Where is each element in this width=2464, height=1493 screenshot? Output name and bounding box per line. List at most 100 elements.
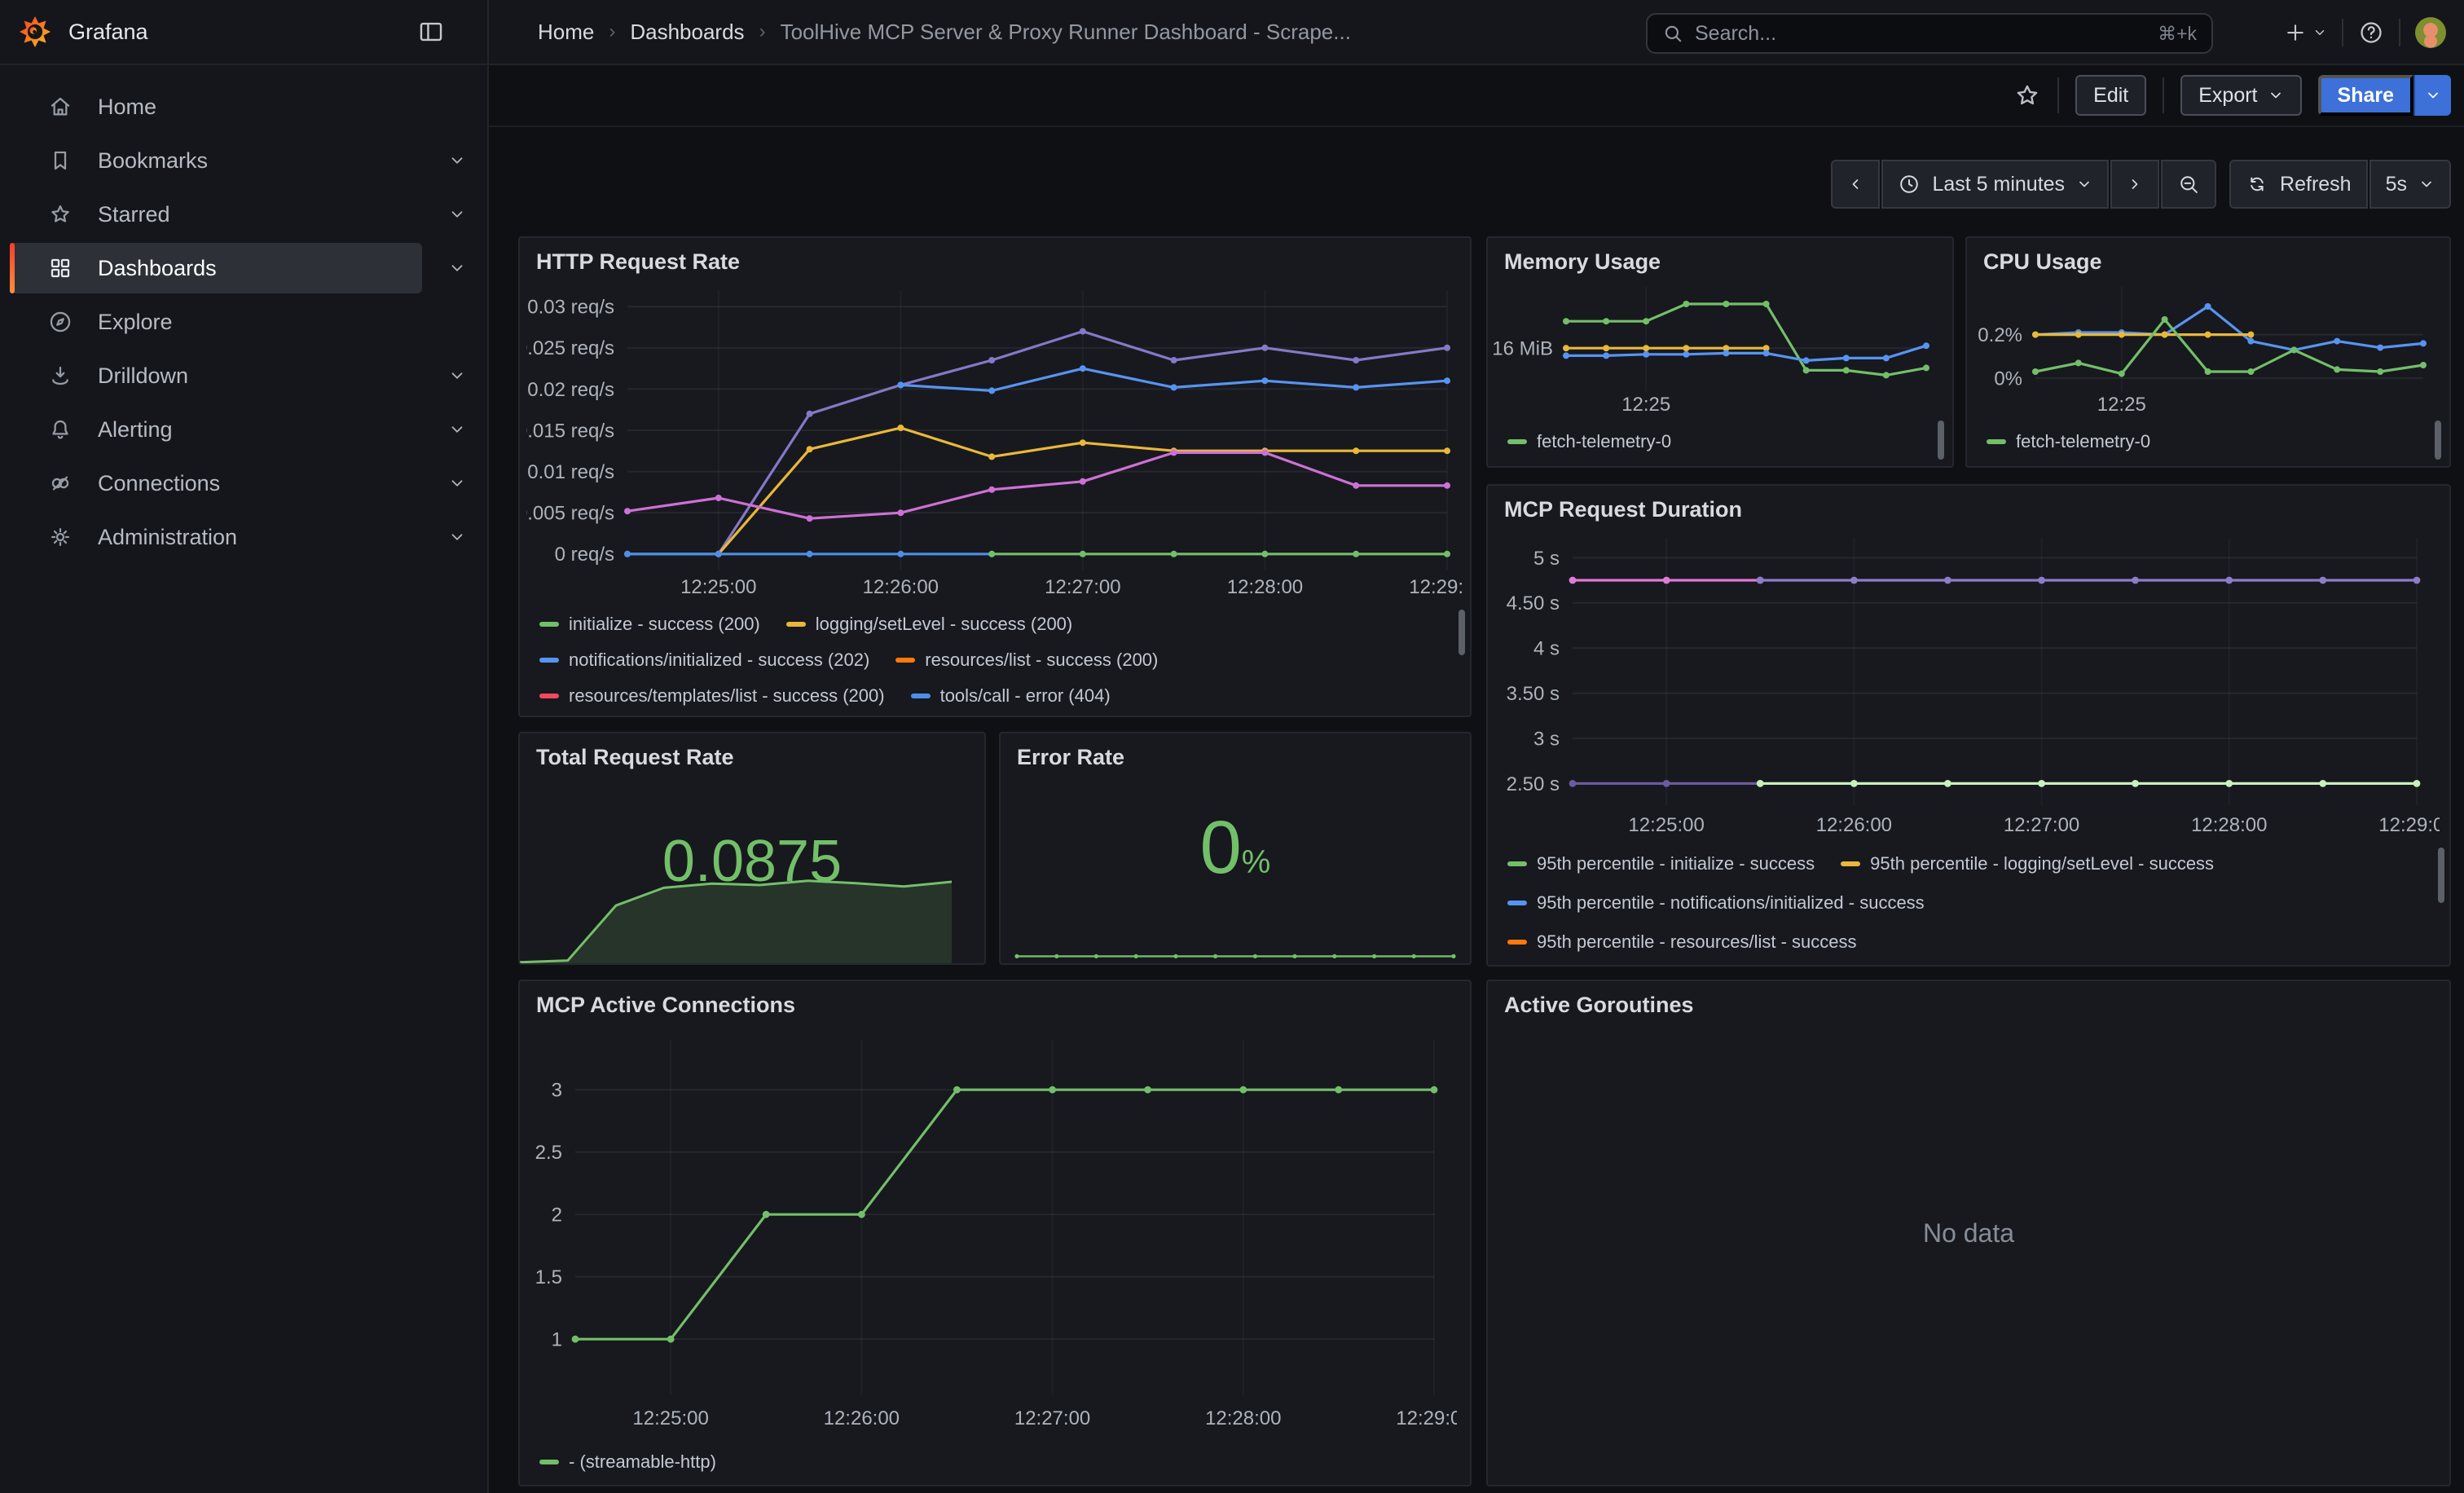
legend-scrollbar[interactable] (2438, 848, 2444, 903)
export-button[interactable]: Export (2180, 75, 2301, 116)
refresh-interval-picker[interactable]: 5s (2369, 160, 2451, 209)
y-tick-label: 0.015 req/s (526, 420, 614, 442)
sidebar-item-bookmarks[interactable]: Bookmarks (0, 134, 487, 187)
sidebar-item-connections[interactable]: Connections (0, 456, 487, 510)
legend-item[interactable]: - (streamable-http) (539, 1451, 716, 1473)
legend-scrollbar[interactable] (1459, 610, 1465, 655)
panel-title[interactable]: Error Rate (1017, 745, 1124, 770)
error-rate-sparkline[interactable] (1010, 940, 1460, 960)
error-rate-value-wrap: 0% (1001, 805, 1470, 891)
chevron-down-icon (2418, 176, 2435, 192)
help-button[interactable] (2358, 20, 2384, 46)
plus-icon (2283, 20, 2308, 45)
http-legend: initialize - success (200) logging/setLev… (539, 606, 1450, 716)
legend-series-label: fetch-telemetry-0 (2016, 431, 2150, 452)
legend-item[interactable]: 95th percentile - notifications/initiali… (1507, 892, 1925, 914)
legend-item[interactable]: logging/setLevel - success (200) (786, 614, 1073, 635)
duration-legend: 95th percentile - initialize - success 95… (1507, 844, 2430, 965)
panel-http-request-rate: HTTP Request Rate 0 req/s0.005 req/s0.01… (518, 236, 1472, 717)
legend-item[interactable]: fetch-telemetry-0 (1987, 431, 2150, 452)
legend-scrollbar[interactable] (2435, 421, 2441, 460)
legend-item[interactable]: tools/call - error (404) (911, 685, 1111, 707)
time-shift-forward-button[interactable] (2110, 160, 2159, 209)
panel-title[interactable]: Memory Usage (1504, 249, 1661, 275)
chevron-down-icon[interactable] (448, 205, 466, 223)
share-options-caret[interactable] (2413, 75, 2451, 116)
y-tick-label: 3 (552, 1080, 562, 1102)
http-request-rate-chart[interactable]: 0 req/s0.005 req/s0.01 req/s0.015 req/s0… (526, 280, 1463, 600)
sidebar-item-starred[interactable]: Starred (0, 187, 487, 241)
y-tick-label: 1 (552, 1329, 562, 1351)
panel-title[interactable]: MCP Request Duration (1504, 497, 1742, 522)
breadcrumb-current-page: ToolHive MCP Server & Proxy Runner Dashb… (781, 20, 1351, 45)
x-tick-label: 12:29:00 (2378, 814, 2440, 836)
legend-series-label: tools/call - error (404) (940, 685, 1111, 707)
chevron-down-icon (2268, 87, 2284, 103)
sidebar-item-drilldown[interactable]: Drilldown (0, 349, 487, 403)
panel-title[interactable]: CPU Usage (1983, 249, 2102, 275)
legend-series-label: logging/setLevel - success (200) (816, 614, 1073, 635)
legend-scrollbar[interactable] (1938, 421, 1944, 460)
zoom-out-icon (2177, 173, 2200, 196)
panel-title[interactable]: MCP Active Connections (536, 993, 795, 1018)
x-tick-label: 12:27:00 (1045, 576, 1120, 598)
panel-title[interactable]: Active Goroutines (1504, 993, 1694, 1018)
add-button[interactable] (2283, 20, 2327, 45)
search-input[interactable] (1695, 22, 2146, 46)
edit-button[interactable]: Edit (2075, 75, 2146, 116)
legend-series-color (1841, 861, 1860, 866)
chevron-down-icon[interactable] (448, 528, 466, 546)
y-tick-label: 0.02 req/s (527, 379, 614, 401)
grafana-logo[interactable] (20, 16, 51, 47)
legend-item[interactable]: 95th percentile - logging/setLevel - suc… (1841, 853, 2214, 874)
refresh-button[interactable]: Refresh (2229, 160, 2368, 209)
sidebar-item-administration[interactable]: Administration (0, 510, 487, 564)
sidebar-item-alerting[interactable]: Alerting (0, 403, 487, 456)
breadcrumb-home[interactable]: Home (538, 20, 594, 45)
legend-item[interactable]: initialize - success (200) (539, 614, 760, 635)
breadcrumb-dashboards[interactable]: Dashboards (630, 20, 744, 45)
mcp-active-connections-chart[interactable]: 11.522.5312:25:0012:26:0012:27:0012:28:0… (526, 1024, 1457, 1431)
legend-series-label: - (streamable-http) (569, 1451, 716, 1473)
time-range-group: Last 5 minutes (1831, 160, 2216, 209)
sidebar-item-home[interactable]: Home (0, 80, 487, 134)
legend-item[interactable]: fetch-telemetry-0 (1507, 431, 1671, 452)
legend-item[interactable]: 95th percentile - initialize - success (1507, 853, 1815, 874)
sidebar-item-explore[interactable]: Explore (0, 295, 487, 349)
legend-item[interactable]: resources/templates/list - success (200) (539, 685, 885, 707)
chevron-down-icon[interactable] (448, 367, 466, 385)
favorite-star-button[interactable] (2013, 81, 2041, 109)
panel-title[interactable]: Total Request Rate (536, 745, 734, 770)
legend-item[interactable]: notifications/initialized - success (202… (539, 650, 869, 671)
chevron-down-icon[interactable] (448, 421, 466, 438)
sidebar-toggle-icon[interactable] (417, 18, 445, 46)
legend-item[interactable]: 95th percentile - resources/list - succe… (1507, 931, 1857, 953)
chevron-down-icon[interactable] (448, 152, 466, 170)
cpu-usage-chart[interactable]: 0.2%0%12:25 (1970, 277, 2443, 417)
divider (2342, 19, 2343, 46)
x-tick-label: 12:26:00 (863, 576, 939, 598)
nav-actions (2283, 0, 2446, 65)
chevron-down-icon[interactable] (448, 259, 466, 277)
panel-title[interactable]: HTTP Request Rate (536, 249, 740, 275)
time-range-picker[interactable]: Last 5 minutes (1881, 160, 2109, 209)
connections-legend: - (streamable-http) (539, 1444, 1450, 1485)
dashboards-grid-icon (47, 255, 73, 281)
y-tick-label: 1.5 (535, 1266, 562, 1288)
sidebar-item-dashboards[interactable]: Dashboards (0, 241, 487, 295)
mcp-request-duration-chart[interactable]: 2.50 s3 s3.50 s4 s4.50 s5 s12:25:0012:26… (1494, 528, 2440, 838)
legend-series-color (539, 658, 559, 663)
share-button[interactable]: Share (2318, 75, 2413, 116)
sidebar-item-label: Administration (98, 525, 237, 550)
x-tick-label: 12:25 (2097, 394, 2146, 416)
chevron-down-icon[interactable] (448, 474, 466, 492)
avatar[interactable] (2415, 17, 2446, 48)
chevron-right-icon (2127, 176, 2143, 192)
time-shift-back-button[interactable] (1831, 160, 1880, 209)
legend-item[interactable]: resources/list - success (200) (895, 650, 1158, 671)
refresh-icon (2246, 173, 2268, 196)
zoom-out-button[interactable] (2161, 160, 2216, 209)
memory-usage-chart[interactable]: 16 MiB12:25 (1491, 277, 1946, 417)
search-box[interactable]: ⌘+k (1646, 13, 2213, 54)
cpu-legend: fetch-telemetry-0 (1987, 424, 2427, 466)
